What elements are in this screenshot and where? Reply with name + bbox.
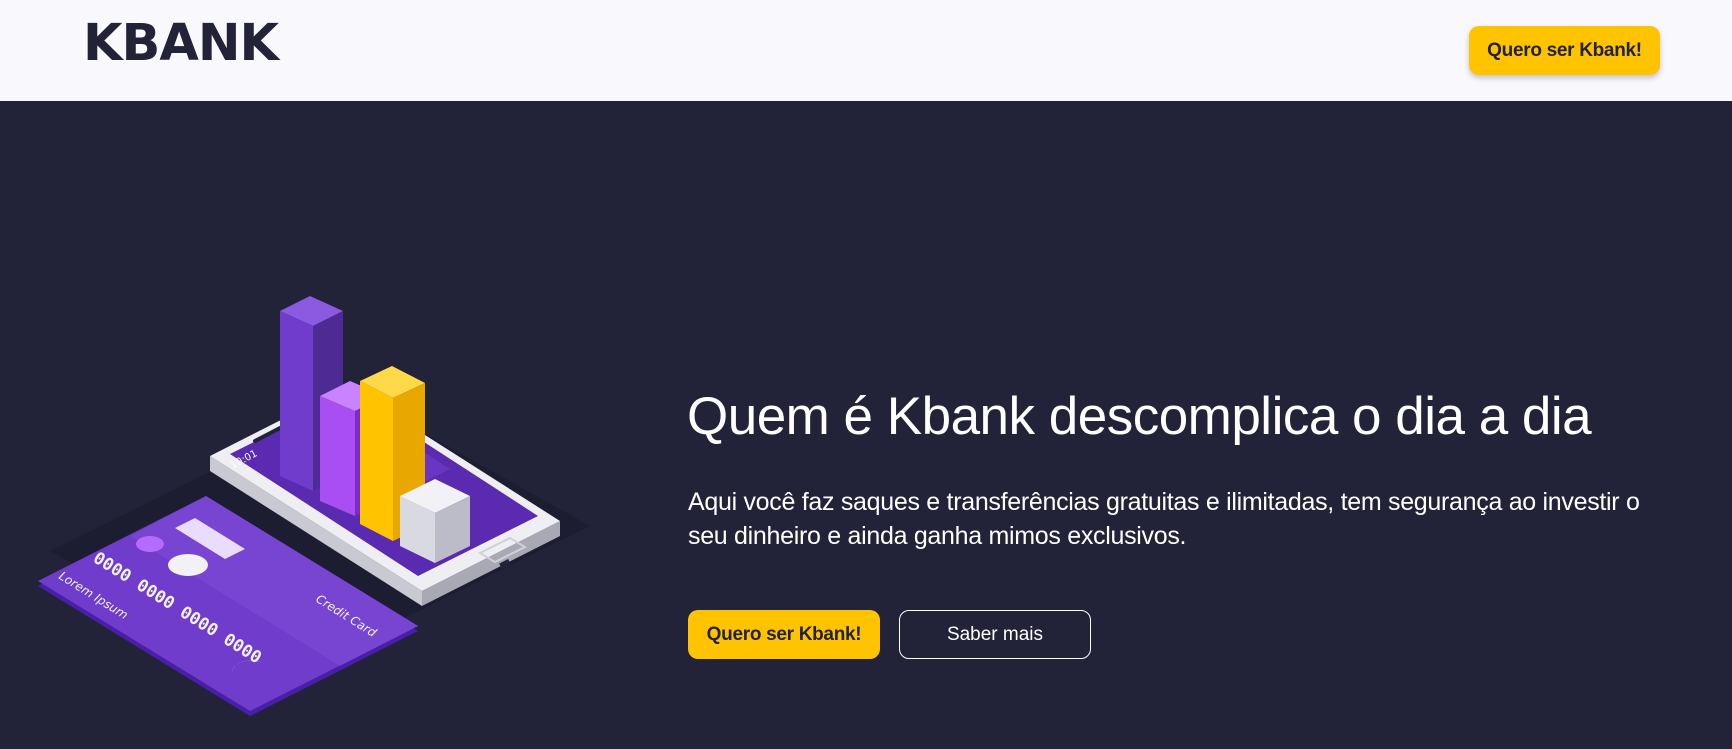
kbank-logo[interactable]: KBANK [83,14,279,73]
hero-description-line-2: seu dinheiro e ainda ganha mimos exclusi… [688,522,1187,550]
site-header: KBANK Quero ser Kbank! [0,0,1732,101]
hero-description: Aqui você faz saques e transferências gr… [688,485,1688,553]
hero-section: 10:01 0000 0000 0000 0000 Lorem Ipsum Cr… [0,101,1732,749]
header-signup-button[interactable]: Quero ser Kbank! [1469,26,1660,75]
hero-title: Quem é Kbank descomplica o dia a dia [687,387,1592,446]
hero-signup-button[interactable]: Quero ser Kbank! [688,610,880,659]
learn-more-button[interactable]: Saber mais [899,610,1091,659]
phone-card-chart-illustration: 10:01 0000 0000 0000 0000 Lorem Ipsum Cr… [38,296,590,716]
hero-description-line-1: Aqui você faz saques e transferências gr… [688,488,1640,516]
